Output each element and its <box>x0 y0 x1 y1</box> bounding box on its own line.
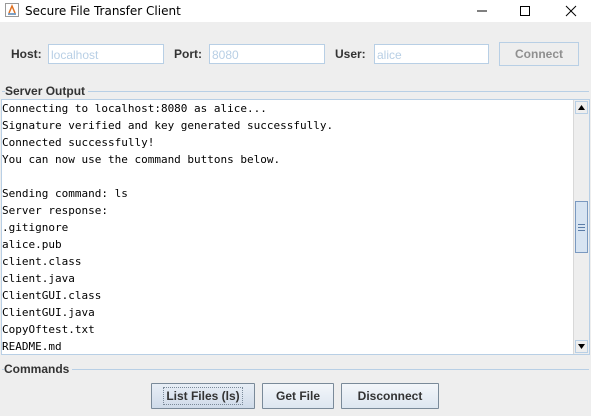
output-line: ClientGUI.class <box>2 289 102 302</box>
minimize-button[interactable] <box>459 0 505 22</box>
close-button[interactable] <box>548 0 591 22</box>
disconnect-label: Disconnect <box>357 389 423 403</box>
arrow-down-icon <box>578 344 585 349</box>
scroll-thumb[interactable] <box>575 201 588 253</box>
list-files-label: List Files (ls) <box>163 387 243 405</box>
grip-line-icon <box>578 229 585 231</box>
output-line: Signature verified and key generated suc… <box>2 119 334 132</box>
user-field[interactable]: alice <box>374 44 489 64</box>
maximize-button[interactable] <box>502 0 548 22</box>
get-file-label: Get File <box>275 389 320 403</box>
host-field[interactable]: localhost <box>48 44 164 64</box>
list-files-button[interactable]: List Files (ls) <box>151 383 255 409</box>
output-scrollbar[interactable] <box>573 100 589 354</box>
close-icon <box>565 5 577 17</box>
connect-button[interactable]: Connect <box>499 42 579 66</box>
output-line: Server response: <box>2 204 108 217</box>
host-label: Host: <box>11 47 42 61</box>
grip-line-icon <box>578 226 585 228</box>
disconnect-button[interactable]: Disconnect <box>341 383 439 409</box>
output-line: .gitignore <box>2 221 69 234</box>
commands-title: Commands <box>4 362 73 376</box>
output-line: Sending command: ls <box>2 187 128 200</box>
server-output-title: Server Output <box>5 84 89 98</box>
arrow-up-icon <box>578 105 585 110</box>
output-line: client.class <box>2 255 82 268</box>
port-field[interactable]: 8080 <box>209 44 325 64</box>
server-output-panel[interactable]: Connecting to localhost:8080 as alice...… <box>1 99 590 355</box>
maximize-icon <box>520 6 530 16</box>
title-bar: Secure File Transfer Client <box>0 0 591 22</box>
commands-divider <box>2 369 589 370</box>
port-label: Port: <box>174 47 202 61</box>
grip-line-icon <box>578 223 585 225</box>
get-file-button[interactable]: Get File <box>262 383 334 409</box>
scroll-down-button[interactable] <box>575 340 588 353</box>
server-output-text[interactable]: Connecting to localhost:8080 as alice...… <box>2 100 574 354</box>
output-line: ClientGUI.java <box>2 306 95 319</box>
output-line: README.md <box>2 340 62 353</box>
window-title: Secure File Transfer Client <box>25 4 181 18</box>
output-line: client.java <box>2 272 75 285</box>
scroll-up-button[interactable] <box>575 101 588 114</box>
output-line: CopyOftest.txt <box>2 323 95 336</box>
output-line: Connecting to localhost:8080 as alice... <box>2 102 267 115</box>
server-output-divider <box>2 91 589 92</box>
output-line: Connected successfully! <box>2 136 155 149</box>
output-line: You can now use the command buttons belo… <box>2 153 281 166</box>
minimize-icon <box>477 10 487 12</box>
java-app-icon <box>5 3 19 17</box>
user-label: User: <box>335 47 366 61</box>
output-line: alice.pub <box>2 238 62 251</box>
